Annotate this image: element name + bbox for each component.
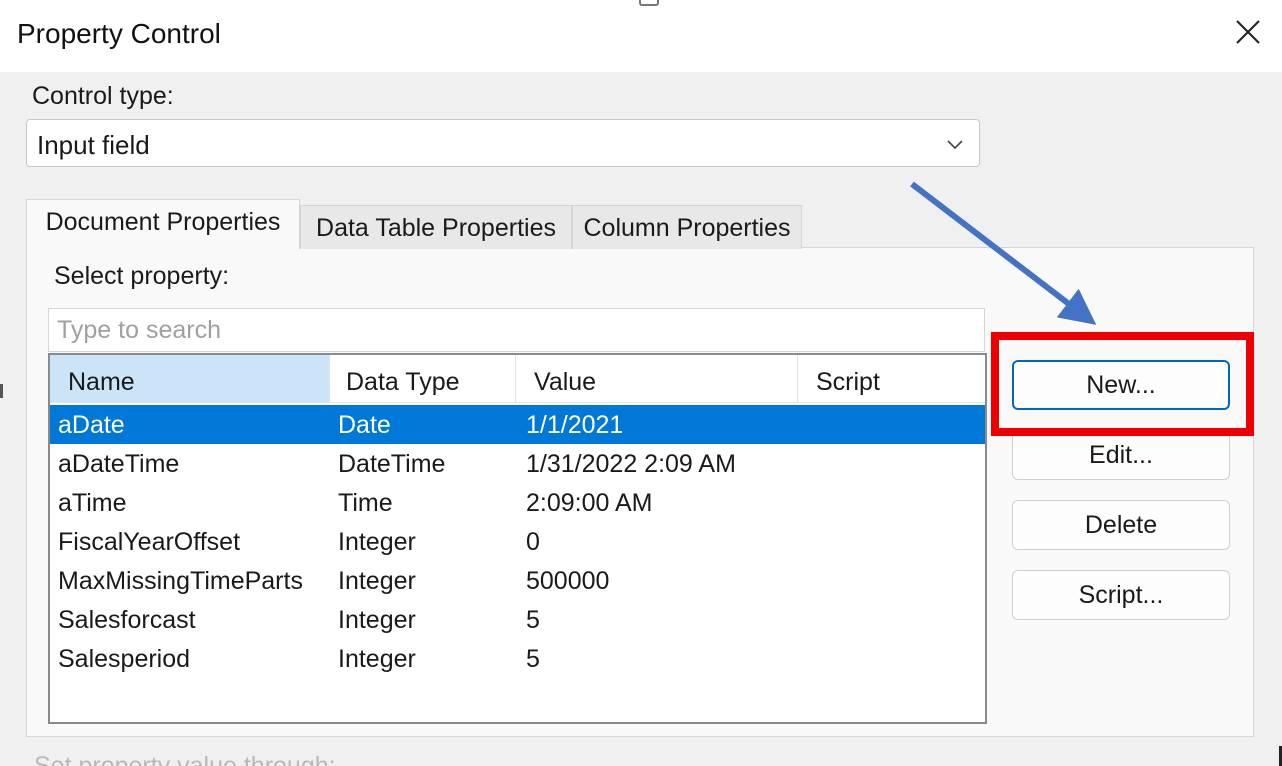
select-property-label: Select property: [54, 262, 230, 290]
row-name: aDateTime [58, 450, 180, 478]
footer-text: Set property value through: [34, 752, 336, 766]
row-name: MaxMissingTimeParts [58, 567, 303, 595]
row-name: aDate [58, 411, 125, 439]
row-name: FiscalYearOffset [58, 528, 241, 556]
row-value: 2:09:00 AM [526, 489, 653, 517]
tab-document-properties[interactable]: Document Properties [26, 199, 300, 249]
table-row[interactable]: FiscalYearOffset Integer 0 [50, 522, 985, 561]
edge-mark [0, 384, 3, 398]
chevron-down-icon [945, 134, 965, 154]
column-header-value[interactable]: Value [516, 355, 798, 403]
row-value: 1/31/2022 2:09 AM [526, 450, 736, 478]
script-button[interactable]: Script... [1012, 570, 1230, 620]
window-title: Property Control [17, 18, 221, 49]
row-data-type: Integer [338, 606, 416, 634]
column-header-data-type[interactable]: Data Type [330, 355, 516, 403]
table-row[interactable]: Salesperiod Integer 5 [50, 639, 985, 678]
property-control-dialog: Property Control Control type: Input fie… [0, 0, 1282, 766]
table-row[interactable]: Salesforcast Integer 5 [50, 600, 985, 639]
delete-button[interactable]: Delete [1012, 500, 1230, 550]
row-data-type: Time [338, 489, 393, 517]
table-row[interactable]: aDateTime DateTime 1/31/2022 2:09 AM [50, 444, 985, 483]
title-bar: Property Control [0, 0, 1282, 72]
new-button[interactable]: New... [1012, 360, 1230, 410]
column-header-name[interactable]: Name [50, 355, 330, 403]
window-grip [639, 0, 659, 6]
control-type-label: Control type: [32, 82, 174, 110]
property-list[interactable]: Name Data Type Value Script aDate Date 1… [48, 353, 987, 724]
control-type-value: Input field [37, 130, 150, 160]
row-name: Salesforcast [58, 606, 196, 634]
row-value: 5 [526, 645, 540, 673]
row-data-type: Integer [338, 528, 416, 556]
row-data-type: Date [338, 411, 391, 439]
row-data-type: Integer [338, 645, 416, 673]
search-input[interactable] [48, 308, 985, 352]
table-row[interactable]: aTime Time 2:09:00 AM [50, 483, 985, 522]
edit-button[interactable]: Edit... [1012, 430, 1230, 480]
control-type-select[interactable]: Input field [26, 119, 980, 167]
column-header-script[interactable]: Script [798, 355, 985, 403]
row-name: Salesperiod [58, 645, 191, 673]
row-value: 500000 [526, 567, 610, 595]
row-value: 1/1/2021 [526, 411, 624, 439]
close-icon[interactable] [1234, 18, 1262, 46]
row-data-type: DateTime [338, 450, 446, 478]
row-name: aTime [58, 489, 127, 517]
table-row[interactable]: MaxMissingTimeParts Integer 500000 [50, 561, 985, 600]
list-header: Name Data Type Value Script [50, 355, 985, 405]
row-value: 5 [526, 606, 540, 634]
tab-column-properties[interactable]: Column Properties [572, 205, 802, 249]
row-data-type: Integer [338, 567, 416, 595]
row-value: 0 [526, 528, 540, 556]
table-row[interactable]: aDate Date 1/1/2021 [50, 405, 985, 444]
tab-data-table-properties[interactable]: Data Table Properties [300, 205, 572, 249]
